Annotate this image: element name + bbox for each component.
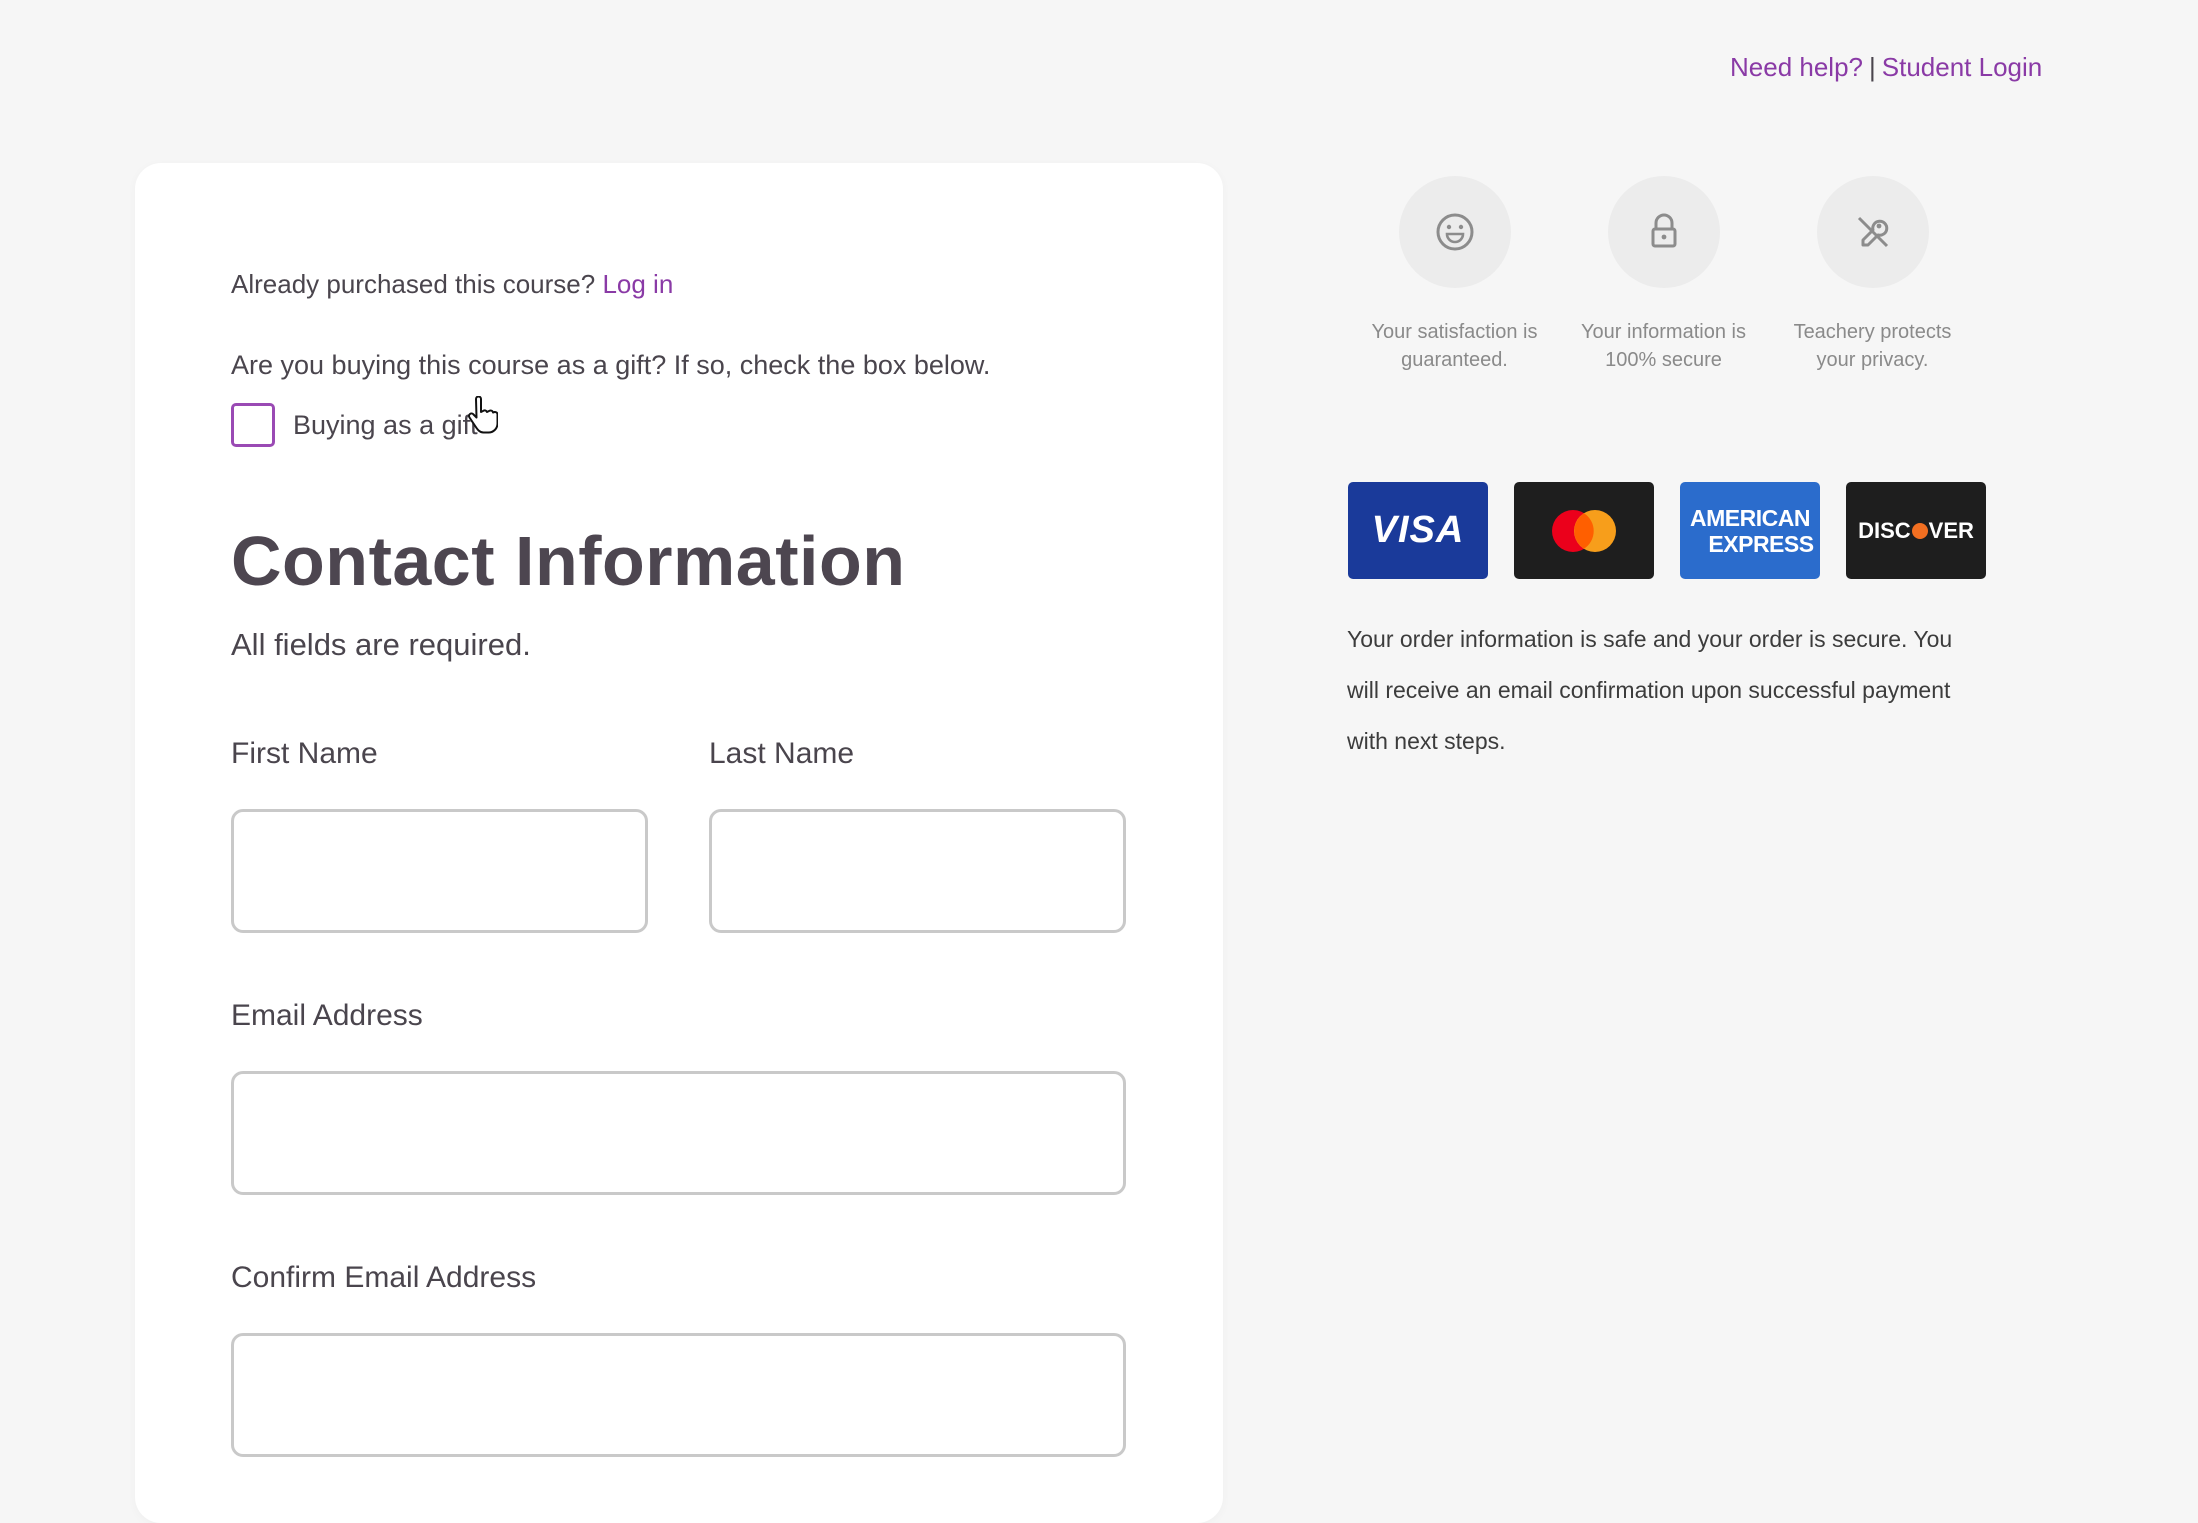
already-purchased-text: Already purchased this course? — [231, 269, 596, 299]
accepted-payment-cards: VISA AMERICAN EXPRESS DISC VER — [1348, 482, 1986, 579]
email-group: Email Address — [231, 999, 1126, 1195]
mastercard-logo — [1514, 482, 1654, 579]
discover-dot — [1911, 522, 1928, 539]
email-input[interactable] — [231, 1071, 1126, 1195]
gift-checkbox[interactable] — [231, 403, 275, 447]
first-name-label: First Name — [231, 737, 378, 770]
gift-checkbox-label[interactable]: Buying as a gift — [293, 410, 478, 441]
contact-form: Already purchased this course? Log in Ar… — [231, 269, 1131, 1457]
amex-line-2: EXPRESS — [1708, 530, 1814, 557]
confirm-email-input[interactable] — [231, 1333, 1126, 1457]
last-name-label: Last Name — [709, 737, 855, 770]
smile-icon — [1398, 176, 1511, 288]
first-name-group: First Name — [231, 737, 648, 933]
log-in-link[interactable]: Log in — [602, 269, 673, 299]
lock-icon — [1607, 176, 1720, 288]
visa-wordmark: VISA — [1371, 509, 1465, 551]
security-text: Your information is 100% secure — [1581, 321, 1746, 371]
discover-wordmark-a: DISC — [1858, 517, 1911, 543]
email-label: Email Address — [231, 999, 423, 1032]
last-name-input[interactable] — [709, 809, 1126, 933]
first-name-input[interactable] — [231, 809, 648, 933]
need-help-link[interactable]: Need help? — [1730, 52, 1863, 82]
required-fields-note: All fields are required. — [231, 627, 531, 662]
discover-wordmark-b: VER — [1928, 517, 1974, 543]
top-links: Need help? | Student Login — [1730, 52, 2042, 83]
amex-logo: AMERICAN EXPRESS — [1680, 482, 1820, 579]
last-name-group: Last Name — [709, 737, 1126, 933]
discover-logo: DISC VER — [1846, 482, 1986, 579]
amex-line-1: AMERICAN — [1690, 504, 1810, 531]
checkout-card: Already purchased this course? Log in Ar… — [135, 163, 1223, 1523]
student-login-link[interactable]: Student Login — [1882, 52, 2042, 82]
order-security-note: Your order information is safe and your … — [1347, 626, 1953, 754]
privacy-text: Teachery protects your privacy. — [1793, 321, 1952, 371]
satisfaction-text: Your satisfaction is guaranteed. — [1371, 321, 1538, 371]
visa-logo: VISA — [1348, 482, 1488, 579]
trust-badges: Your satisfaction is guaranteed. Your in… — [1350, 176, 1977, 374]
hand-cursor-icon — [466, 395, 499, 441]
already-purchased-line: Already purchased this course? Log in — [231, 269, 1131, 300]
security-badge: Your information is 100% secure — [1559, 176, 1768, 374]
confirm-email-group: Confirm Email Address — [231, 1261, 1126, 1457]
satisfaction-badge: Your satisfaction is guaranteed. — [1350, 176, 1559, 374]
privacy-badge: Teachery protects your privacy. — [1768, 176, 1977, 374]
privacy-icon — [1816, 176, 1929, 288]
confirm-email-label: Confirm Email Address — [231, 1261, 537, 1294]
gift-option[interactable]: Buying as a gift — [231, 403, 1131, 447]
name-row: First Name Last Name — [231, 737, 1131, 933]
gift-question: Are you buying this course as a gift? If… — [231, 350, 991, 380]
contact-information-title: Contact Information — [231, 522, 906, 600]
link-separator: | — [1869, 52, 1876, 82]
